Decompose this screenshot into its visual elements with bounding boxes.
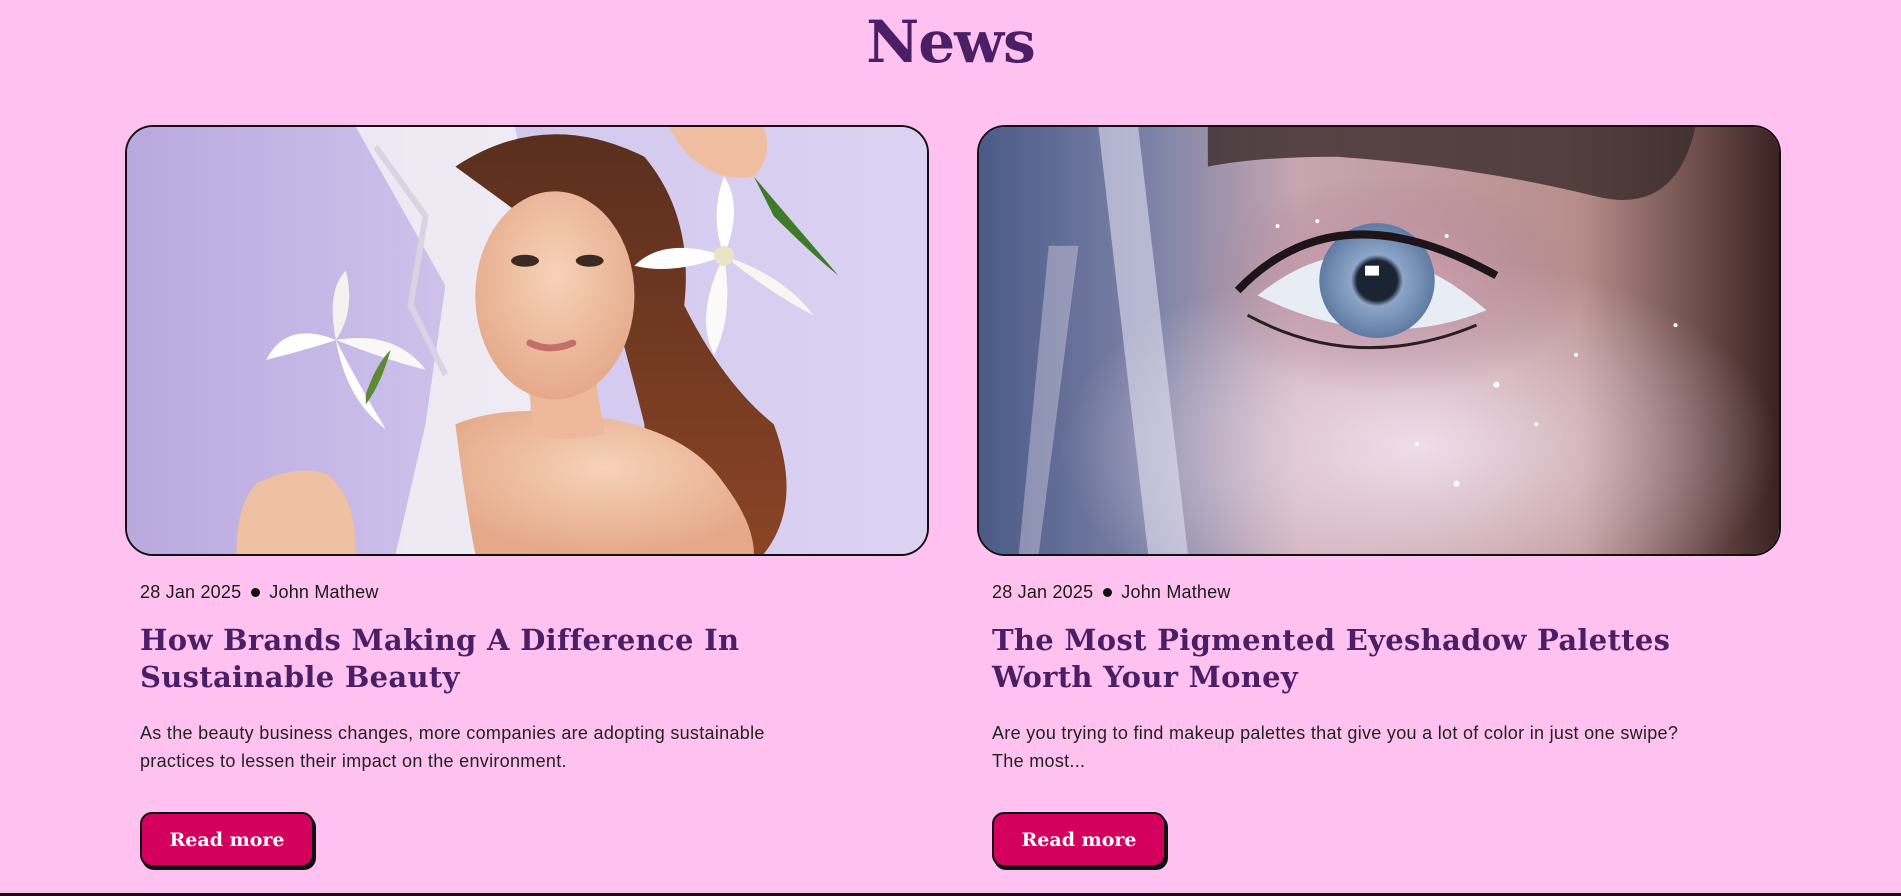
article-image-eye-makeup[interactable] (977, 125, 1781, 556)
news-card: 28 Jan 2025 John Mathew How Brands Makin… (125, 125, 929, 867)
article-author: John Mathew (269, 582, 379, 602)
article-title[interactable]: The Most Pigmented Eyeshadow Palettes Wo… (992, 622, 1672, 696)
article-title[interactable]: How Brands Making A Difference In Sustai… (140, 622, 820, 696)
article-excerpt: Are you trying to find makeup palettes t… (992, 723, 1679, 771)
article-meta: 28 Jan 2025 John Mathew (140, 582, 379, 603)
read-more-button[interactable]: Read more (140, 812, 314, 867)
eye-makeup-photo (979, 127, 1779, 554)
article-excerpt: As the beauty business changes, more com… (140, 723, 765, 771)
article-date: 28 Jan 2025 (992, 582, 1094, 602)
article-meta: 28 Jan 2025 John Mathew (992, 582, 1231, 603)
woman-lilies-photo (127, 127, 927, 554)
news-card: 28 Jan 2025 John Mathew The Most Pigment… (977, 125, 1781, 867)
separator-dot-icon (1103, 588, 1113, 597)
separator-dot-icon (251, 588, 261, 597)
article-date: 28 Jan 2025 (140, 582, 242, 602)
article-image-woman-lilies[interactable] (125, 125, 929, 556)
read-more-button[interactable]: Read more (992, 812, 1166, 867)
page-title: News (866, 8, 1036, 76)
article-author: John Mathew (1121, 582, 1231, 602)
